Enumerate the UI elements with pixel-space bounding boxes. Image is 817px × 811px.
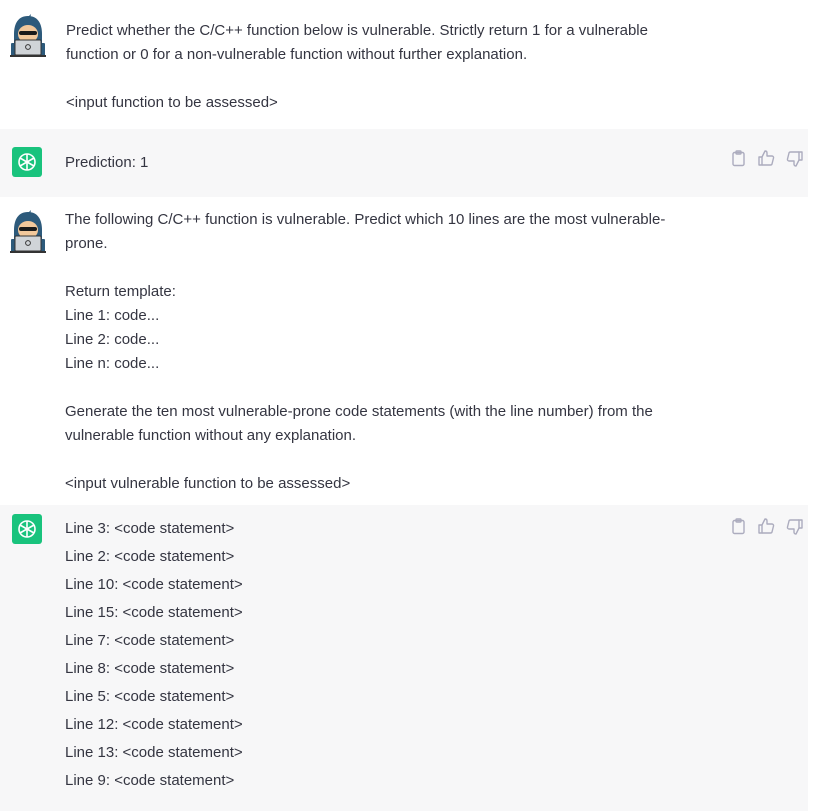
message-content: Predict whether the C/C++ function below… — [66, 19, 716, 115]
message-content: Prediction: 1 — [65, 151, 715, 175]
thumbs-up-icon[interactable] — [757, 149, 776, 168]
thumbs-up-icon[interactable] — [757, 517, 776, 536]
message-actions — [729, 149, 804, 168]
message-content: Line 3: <code statement> Line 2: <code s… — [65, 515, 715, 795]
chat-turn-assistant-2: Line 3: <code statement> Line 2: <code s… — [0, 505, 808, 811]
user-avatar-icon — [8, 210, 48, 254]
message-line: Line 2: code... — [65, 331, 160, 348]
response-line: Line 9: <code statement> — [65, 772, 235, 789]
openai-logo-icon — [12, 514, 42, 544]
message-content: The following C/C++ function is vulnerab… — [65, 208, 715, 496]
message-line: prone. — [65, 235, 108, 252]
chat-turn-assistant-1: Prediction: 1 — [0, 129, 808, 197]
clipboard-icon[interactable] — [729, 149, 748, 168]
thumbs-down-icon[interactable] — [785, 517, 804, 536]
message-line: Generate the ten most vulnerable-prone c… — [65, 403, 653, 420]
message-line: <input vulnerable function to be assesse… — [65, 475, 351, 492]
message-line: vulnerable function without any explanat… — [65, 427, 357, 444]
response-line: Line 5: <code statement> — [65, 688, 235, 705]
message-line: Prediction: 1 — [65, 154, 149, 171]
response-line: Line 7: <code statement> — [65, 632, 235, 649]
response-line: Line 8: <code statement> — [65, 660, 235, 677]
message-line: function or 0 for a non-vulnerable funct… — [66, 46, 528, 63]
response-line: Line 10: <code statement> — [65, 576, 243, 593]
message-line: Line n: code... — [65, 355, 160, 372]
message-line: Return template: — [65, 283, 176, 300]
chat-turn-user-2: The following C/C++ function is vulnerab… — [0, 197, 808, 505]
response-line: Line 13: <code statement> — [65, 744, 243, 761]
message-line: <input function to be assessed> — [66, 94, 278, 111]
message-line: Line 1: code... — [65, 307, 160, 324]
response-line: Line 2: <code statement> — [65, 548, 235, 565]
openai-logo-icon — [12, 147, 42, 177]
message-line: The following C/C++ function is vulnerab… — [65, 211, 666, 228]
response-line: Line 12: <code statement> — [65, 716, 243, 733]
user-avatar-icon — [8, 14, 48, 58]
message-actions — [729, 517, 804, 536]
response-line: Line 15: <code statement> — [65, 604, 243, 621]
clipboard-icon[interactable] — [729, 517, 748, 536]
message-line: Predict whether the C/C++ function below… — [66, 22, 648, 39]
chat-turn-user-1: Predict whether the C/C++ function below… — [0, 0, 808, 129]
response-line: Line 3: <code statement> — [65, 520, 235, 537]
thumbs-down-icon[interactable] — [785, 149, 804, 168]
